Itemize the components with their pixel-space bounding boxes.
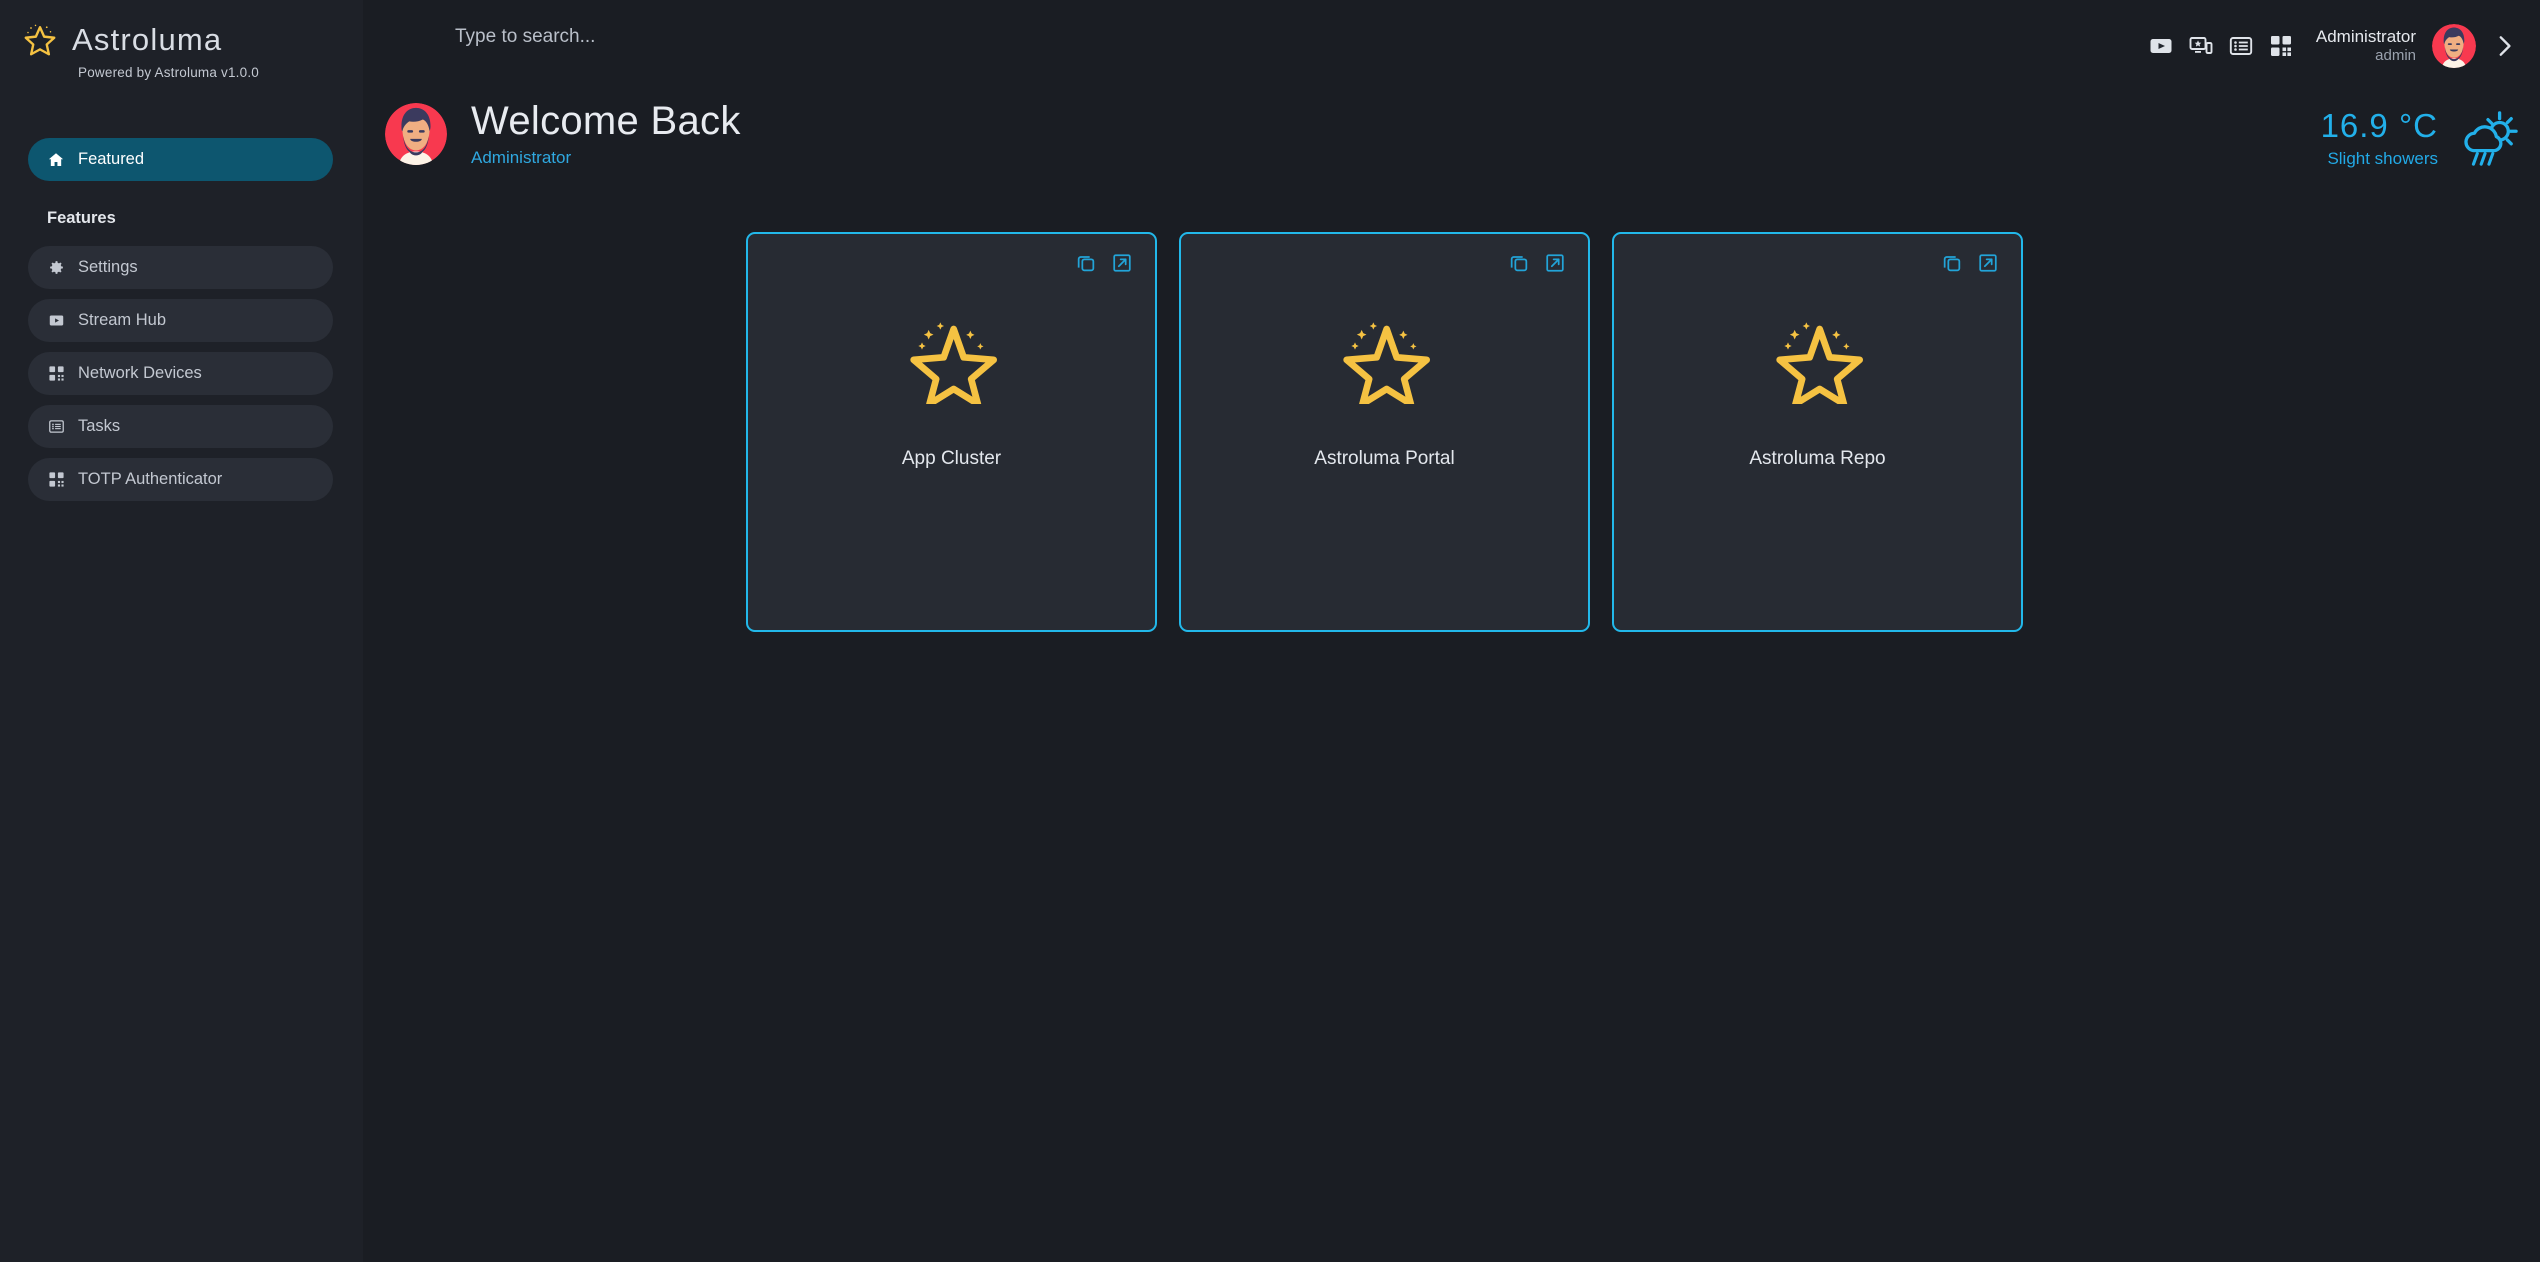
list-view-icon[interactable] — [2228, 33, 2254, 59]
sidebar-item-label: TOTP Authenticator — [78, 470, 223, 488]
welcome-block: Welcome Back Administrator — [385, 99, 741, 168]
card-body: Astroluma Repo — [1614, 234, 2021, 630]
top-bar: Administrator admin — [363, 0, 2540, 90]
sidebar-feature-list: Settings Stream Hub Network Devices Task… — [28, 246, 333, 501]
sidebar-item-label: Stream Hub — [78, 311, 167, 329]
copy-icon[interactable] — [1508, 252, 1530, 274]
chevron-right-icon[interactable] — [2490, 32, 2518, 60]
featured-card-grid: App Cluster Astroluma Portal Astroluma R… — [746, 232, 2023, 632]
list-icon — [47, 418, 65, 436]
star-sparkle-icon — [22, 22, 58, 58]
user-info[interactable]: Administrator admin — [2316, 26, 2416, 66]
avatar — [385, 103, 447, 166]
top-bar-right: Administrator admin — [2148, 18, 2540, 68]
video-play-icon[interactable] — [2148, 33, 2174, 59]
sidebar-item-label: Network Devices — [78, 364, 202, 382]
brand-block[interactable]: Astroluma Powered by Astroluma v1.0.0 — [0, 0, 363, 80]
sidebar-item-network-devices[interactable]: Network Devices — [28, 352, 333, 395]
sidebar-item-totp-authenticator[interactable]: TOTP Authenticator — [28, 458, 333, 501]
featured-card[interactable]: Astroluma Repo — [1612, 232, 2023, 632]
card-actions — [1508, 252, 1566, 274]
sidebar-item-label: Featured — [78, 150, 145, 168]
star-sparkle-icon — [1338, 314, 1432, 408]
search-container — [363, 18, 2148, 48]
star-sparkle-icon — [905, 314, 999, 408]
main-content: Administrator admin — [363, 0, 2540, 1262]
star-sparkle-icon — [1771, 314, 1865, 408]
user-name: Administrator — [2315, 27, 2416, 46]
welcome-text: Welcome Back Administrator — [471, 99, 741, 168]
home-icon — [47, 151, 65, 169]
card-body: App Cluster — [748, 234, 1155, 630]
user-role: admin — [2375, 47, 2416, 65]
external-link-icon[interactable] — [1111, 252, 1133, 274]
sidebar-item-label: Tasks — [78, 417, 121, 435]
weather-text: 16.9 °C Slight showers — [2321, 109, 2438, 169]
card-body: Astroluma Portal — [1181, 234, 1588, 630]
brand-row: Astroluma — [22, 22, 363, 58]
qr-code-icon — [47, 471, 65, 489]
weather-condition: Slight showers — [2327, 149, 2438, 168]
sidebar: Astroluma Powered by Astroluma v1.0.0 Fe… — [0, 0, 363, 1262]
sidebar-item-label: Settings — [78, 258, 138, 276]
sidebar-item-settings[interactable]: Settings — [28, 246, 333, 289]
sidebar-item-tasks[interactable]: Tasks — [28, 405, 333, 448]
brand-name: Astroluma — [72, 22, 223, 57]
brand-subtitle: Powered by Astroluma v1.0.0 — [78, 65, 259, 80]
sun-rain-cloud-icon — [2456, 108, 2518, 170]
qr-code-icon — [47, 365, 65, 383]
external-link-icon[interactable] — [1977, 252, 1999, 274]
card-actions — [1075, 252, 1133, 274]
sidebar-item-featured[interactable]: Featured — [28, 138, 333, 181]
sidebar-section-label: Features — [47, 209, 116, 227]
card-label: Astroluma Portal — [1314, 448, 1455, 469]
search-input[interactable] — [455, 26, 1055, 48]
weather-temperature: 16.9 °C — [2320, 107, 2438, 144]
welcome-subtitle: Administrator — [471, 148, 572, 168]
sidebar-nav: Featured Features Settings Stream Hub Ne… — [0, 138, 363, 501]
qr-scan-icon[interactable] — [2268, 33, 2294, 59]
header-icon-group — [2148, 33, 2294, 59]
weather-widget: 16.9 °C Slight showers — [2321, 108, 2518, 170]
card-actions — [1941, 252, 1999, 274]
copy-icon[interactable] — [1941, 252, 1963, 274]
featured-card[interactable]: Astroluma Portal — [1179, 232, 1590, 632]
app-root: Astroluma Powered by Astroluma v1.0.0 Fe… — [0, 0, 2540, 1262]
card-label: Astroluma Repo — [1749, 448, 1886, 469]
copy-icon[interactable] — [1075, 252, 1097, 274]
play-box-icon — [47, 312, 65, 330]
gear-icon — [47, 259, 65, 277]
cast-screen-icon[interactable] — [2188, 33, 2214, 59]
external-link-icon[interactable] — [1544, 252, 1566, 274]
page-title: Welcome Back — [471, 99, 741, 143]
sidebar-item-stream-hub[interactable]: Stream Hub — [28, 299, 333, 342]
avatar[interactable] — [2432, 24, 2476, 68]
card-label: App Cluster — [901, 448, 1002, 469]
featured-card[interactable]: App Cluster — [746, 232, 1157, 632]
